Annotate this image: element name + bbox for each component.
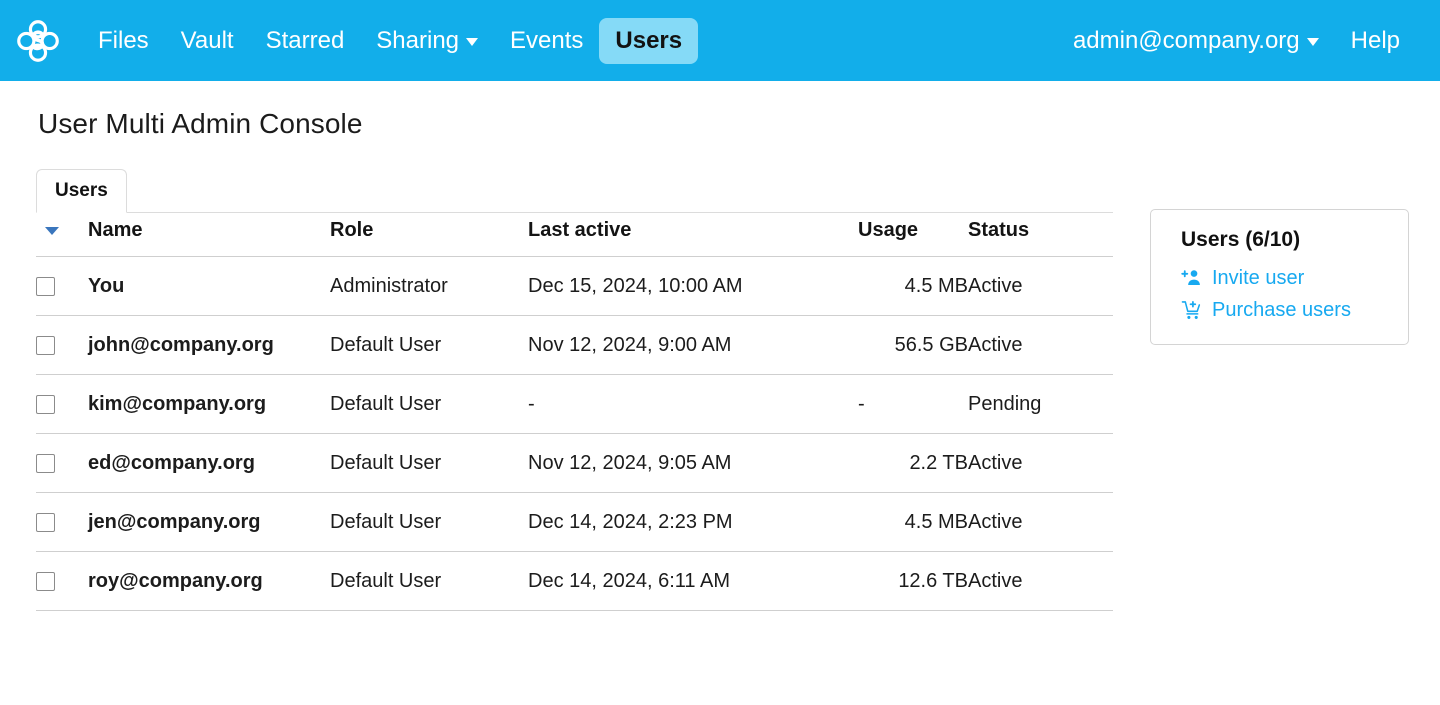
cell-role: Default User bbox=[330, 492, 528, 552]
cell-role: Default User bbox=[330, 315, 528, 375]
row-checkbox[interactable] bbox=[36, 454, 55, 474]
page-title: User Multi Admin Console bbox=[38, 108, 363, 139]
table-row[interactable]: ed@company.org Default User Nov 12, 2024… bbox=[36, 433, 1113, 493]
table-row[interactable]: kim@company.org Default User - - Pending bbox=[36, 374, 1113, 434]
nav-label-files: Files bbox=[98, 26, 149, 54]
table-row[interactable]: roy@company.org Default User Dec 14, 202… bbox=[36, 551, 1113, 611]
row-checkbox[interactable] bbox=[36, 572, 55, 592]
row-checkbox-cell[interactable] bbox=[36, 492, 88, 552]
table-row[interactable]: john@company.org Default User Nov 12, 20… bbox=[36, 315, 1113, 375]
cell-status: Active bbox=[968, 492, 1113, 552]
side-column: Users (6/10) Invite user Purchase users bbox=[1150, 168, 1409, 345]
cell-name: roy@company.org bbox=[88, 551, 330, 611]
row-checkbox[interactable] bbox=[36, 277, 55, 297]
cell-status: Active bbox=[968, 551, 1113, 611]
cell-usage: 4.5 MB bbox=[858, 256, 968, 316]
tab-bar: Users bbox=[36, 168, 1113, 213]
users-quota-card: Users (6/10) Invite user Purchase users bbox=[1150, 209, 1409, 345]
column-header-usage[interactable]: Usage bbox=[858, 213, 968, 257]
users-table-body: You Administrator Dec 15, 2024, 10:00 AM… bbox=[36, 256, 1113, 611]
cell-role: Default User bbox=[330, 374, 528, 434]
cell-last-active: Dec 14, 2024, 2:23 PM bbox=[528, 492, 858, 552]
top-navigation-bar: Files Vault Starred Sharing Events Users… bbox=[0, 0, 1440, 81]
cell-status: Active bbox=[968, 256, 1113, 316]
cell-usage: 4.5 MB bbox=[858, 492, 968, 552]
help-label: Help bbox=[1350, 26, 1400, 54]
cell-last-active: Dec 15, 2024, 10:00 AM bbox=[528, 256, 858, 316]
cell-name: jen@company.org bbox=[88, 492, 330, 552]
cell-usage: 12.6 TB bbox=[858, 551, 968, 611]
nav-label-vault: Vault bbox=[180, 26, 234, 54]
primary-nav: Files Vault Starred Sharing Events Users bbox=[82, 17, 699, 64]
row-checkbox[interactable] bbox=[36, 513, 55, 533]
nav-label-users: Users bbox=[615, 26, 683, 54]
column-header-name[interactable]: Name bbox=[88, 213, 330, 257]
sort-descending-caret-icon[interactable] bbox=[45, 226, 59, 235]
row-checkbox-cell[interactable] bbox=[36, 374, 88, 434]
cell-name: ed@company.org bbox=[88, 433, 330, 493]
invite-user-label: Invite user bbox=[1212, 267, 1305, 289]
main-column: Users Name Role Last active Usage Status… bbox=[0, 168, 1113, 611]
purchase-users-label: Purchase users bbox=[1212, 299, 1351, 321]
cell-usage: 2.2 TB bbox=[858, 433, 968, 493]
table-row[interactable]: You Administrator Dec 15, 2024, 10:00 AM… bbox=[36, 256, 1113, 316]
users-table: Name Role Last active Usage Status You A… bbox=[36, 213, 1113, 611]
content-wrapper: Users Name Role Last active Usage Status… bbox=[0, 168, 1440, 611]
column-header-role[interactable]: Role bbox=[330, 213, 528, 257]
row-checkbox-cell[interactable] bbox=[36, 551, 88, 611]
sync-clover-logo[interactable] bbox=[16, 19, 60, 63]
cell-last-active: - bbox=[528, 374, 858, 434]
nav-item-starred[interactable]: Starred bbox=[250, 18, 361, 64]
nav-item-vault[interactable]: Vault bbox=[165, 18, 250, 64]
column-header-status[interactable]: Status bbox=[968, 213, 1113, 257]
tab-users-label: Users bbox=[55, 180, 108, 202]
cell-status: Pending bbox=[968, 374, 1113, 434]
row-checkbox-cell[interactable] bbox=[36, 315, 88, 375]
nav-item-users[interactable]: Users bbox=[599, 17, 699, 64]
purchase-users-link[interactable]: Purchase users bbox=[1181, 298, 1386, 322]
nav-item-files[interactable]: Files bbox=[82, 18, 165, 64]
row-checkbox-cell[interactable] bbox=[36, 433, 88, 493]
nav-label-sharing: Sharing bbox=[376, 26, 460, 54]
account-menu[interactable]: admin@company.org bbox=[1057, 18, 1335, 64]
nav-item-events[interactable]: Events bbox=[494, 18, 599, 64]
cell-last-active: Nov 12, 2024, 9:05 AM bbox=[528, 433, 858, 493]
cell-usage: 56.5 GB bbox=[858, 315, 968, 375]
cell-status: Active bbox=[968, 433, 1113, 493]
row-checkbox[interactable] bbox=[36, 395, 55, 415]
cart-plus-icon bbox=[1181, 300, 1201, 319]
cell-name: john@company.org bbox=[88, 315, 330, 375]
table-header-row: Name Role Last active Usage Status bbox=[36, 213, 1113, 257]
cell-name: kim@company.org bbox=[88, 374, 330, 434]
row-checkbox-cell[interactable] bbox=[36, 256, 88, 316]
nav-label-events: Events bbox=[510, 26, 584, 54]
cell-usage: - bbox=[858, 374, 968, 434]
cell-last-active: Nov 12, 2024, 9:00 AM bbox=[528, 315, 858, 375]
page-body: User Multi Admin Console Users Name Role… bbox=[0, 108, 1440, 611]
help-link[interactable]: Help bbox=[1335, 18, 1416, 64]
secondary-nav: admin@company.org Help bbox=[1057, 18, 1416, 64]
cell-status: Active bbox=[968, 315, 1113, 375]
invite-user-link[interactable]: Invite user bbox=[1181, 266, 1386, 290]
account-email-label: admin@company.org bbox=[1072, 26, 1300, 54]
person-add-icon bbox=[1181, 270, 1200, 285]
cell-role: Default User bbox=[330, 551, 528, 611]
users-table-head: Name Role Last active Usage Status bbox=[36, 213, 1113, 257]
column-header-last-active[interactable]: Last active bbox=[528, 213, 858, 257]
row-checkbox[interactable] bbox=[36, 336, 55, 356]
cell-name: You bbox=[88, 256, 330, 316]
chevron-down-icon bbox=[466, 38, 479, 46]
users-quota-title: Users (6/10) bbox=[1181, 228, 1301, 251]
tab-users[interactable]: Users bbox=[36, 169, 127, 213]
chevron-down-icon bbox=[1306, 38, 1319, 46]
nav-label-starred: Starred bbox=[265, 26, 345, 54]
cell-role: Administrator bbox=[330, 256, 528, 316]
table-row[interactable]: jen@company.org Default User Dec 14, 202… bbox=[36, 492, 1113, 552]
nav-item-sharing[interactable]: Sharing bbox=[360, 18, 494, 64]
cell-last-active: Dec 14, 2024, 6:11 AM bbox=[528, 551, 858, 611]
cell-role: Default User bbox=[330, 433, 528, 493]
column-header-sort[interactable] bbox=[36, 213, 88, 257]
